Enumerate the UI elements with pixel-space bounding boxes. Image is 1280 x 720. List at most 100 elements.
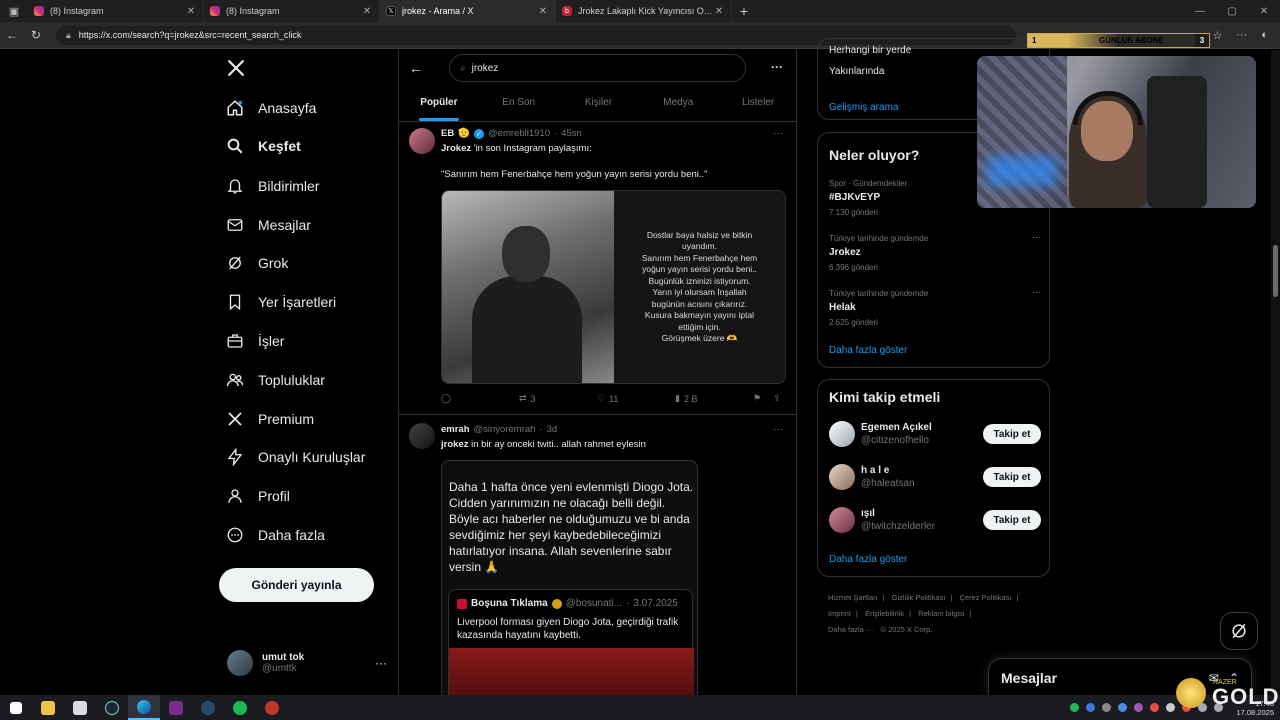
search-input[interactable]: ⌕ jrokez — [449, 54, 746, 82]
tray-icon[interactable] — [1166, 703, 1176, 712]
footer-link[interactable]: Gizlilik Politikası — [892, 593, 946, 602]
follow-button[interactable]: Takip et — [983, 510, 1041, 530]
avatar[interactable] — [409, 128, 435, 154]
retweet-button[interactable]: ⇄ 3 — [519, 393, 597, 404]
sidebar-item-more[interactable]: Daha fazla — [226, 520, 325, 550]
file-explorer-icon[interactable] — [32, 695, 64, 720]
trend-item[interactable]: Türkiye tarihinde gündemde Helak 2.625 g… — [829, 287, 1041, 327]
browser-tab[interactable]: (8) Instagram ✕ — [28, 0, 204, 22]
filter-nearby[interactable]: Yakınlarında — [829, 66, 884, 77]
more-icon[interactable]: ··· — [1032, 232, 1041, 242]
tab-people[interactable]: Kişiler — [559, 90, 639, 121]
share-button[interactable]: ⇪ — [773, 393, 781, 404]
follow-suggestion[interactable]: h a l e @haleatsan Takip et — [829, 462, 1041, 492]
tab-actions-icon[interactable]: ▣ — [0, 0, 28, 22]
tray-icon[interactable] — [1118, 703, 1128, 712]
follow-button[interactable]: Takip et — [983, 467, 1041, 487]
page-scrollbar[interactable] — [1271, 50, 1280, 695]
scrollbar-thumb[interactable] — [1273, 245, 1278, 297]
tweet-handle[interactable]: @emrebll1910 — [488, 128, 550, 139]
footer-link[interactable]: Hizmet Şartları — [828, 593, 878, 602]
tray-icon[interactable] — [1150, 703, 1160, 712]
spotify-tray-icon[interactable] — [1070, 703, 1080, 712]
sidebar-item-bookmarks[interactable]: Yer İşaretleri — [226, 287, 336, 317]
tab-latest[interactable]: En Son — [479, 90, 559, 121]
more-icon[interactable]: ··· — [773, 128, 783, 139]
close-icon[interactable]: ✕ — [713, 6, 725, 17]
footer-link[interactable]: Erişilebilirlik — [865, 609, 904, 618]
sidebar-item-messages[interactable]: Mesajlar — [226, 210, 311, 240]
store-icon[interactable] — [64, 695, 96, 720]
tray-icon[interactable] — [1134, 703, 1144, 712]
steam-icon[interactable] — [96, 695, 128, 720]
more-icon[interactable]: ··· — [375, 656, 387, 670]
steam-alt-icon[interactable] — [192, 695, 224, 720]
obs-icon[interactable] — [160, 695, 192, 720]
sidebar-item-premium[interactable]: Premium — [226, 404, 314, 434]
sidebar-item-grok[interactable]: Grok — [226, 248, 288, 278]
windows-start-icon[interactable] — [0, 695, 32, 720]
post-button[interactable]: Gönderi yayınla — [219, 568, 374, 602]
copilot-icon[interactable]: ◐ — [1261, 29, 1268, 41]
browser-tab-active[interactable]: 𝕏 jrokez - Arama / X ✕ — [380, 0, 556, 22]
close-icon[interactable]: ✕ — [361, 6, 373, 17]
more-icon[interactable]: ··· — [771, 60, 783, 74]
sidebar-item-explore[interactable]: Keşfet — [226, 131, 301, 161]
menu-icon[interactable]: ··· — [1236, 29, 1247, 41]
more-icon[interactable]: ··· — [773, 424, 783, 435]
footer-link[interactable]: Çerez Politikası — [959, 593, 1011, 602]
new-tab-icon[interactable]: + — [732, 3, 756, 19]
footer-link[interactable]: Reklam bilgisi — [918, 609, 964, 618]
tab-popular[interactable]: Popüler — [399, 90, 479, 121]
account-switcher[interactable]: umut tok @umttk ··· — [227, 648, 387, 678]
filter-anywhere[interactable]: Herhangi bir yerde — [829, 45, 911, 56]
bookmark-button[interactable]: ⚑ — [753, 393, 773, 404]
close-window-icon[interactable]: ✕ — [1248, 6, 1280, 17]
show-more-follow-link[interactable]: Daha fazla göster — [829, 554, 907, 565]
advanced-search-link[interactable]: Gelişmiş arama — [829, 102, 898, 113]
bluetooth-icon[interactable] — [1086, 703, 1096, 712]
footer-link[interactable]: Imprint — [828, 609, 851, 618]
back-icon[interactable]: ← — [0, 28, 24, 42]
sidebar-item-jobs[interactable]: İşler — [226, 326, 284, 356]
tweet-media[interactable]: Dostlar baya halsiz ve bitkin uyandım. S… — [441, 190, 786, 384]
embedded-tweet-screenshot[interactable]: Daha 1 hafta önce yeni evlenmişti Diogo … — [441, 460, 698, 695]
back-arrow-icon[interactable]: ← — [409, 60, 423, 76]
sidebar-item-verified-orgs[interactable]: Onaylı Kuruluşlar — [226, 442, 365, 472]
tab-lists[interactable]: Listeler — [718, 90, 796, 121]
edge-icon[interactable] — [128, 695, 160, 720]
tweet-time[interactable]: 3d — [547, 424, 558, 435]
sidebar-item-notifications[interactable]: Bildirimler — [226, 171, 319, 201]
minimize-icon[interactable]: — — [1184, 6, 1216, 17]
maximize-icon[interactable]: ▢ — [1216, 6, 1248, 17]
sidebar-item-home[interactable]: Anasayfa — [226, 93, 316, 123]
close-icon[interactable]: ✕ — [537, 6, 549, 17]
views-button[interactable]: ▮ 2 B — [675, 393, 753, 404]
app-icon[interactable] — [256, 695, 288, 720]
spotify-icon[interactable] — [224, 695, 256, 720]
x-logo-icon[interactable] — [226, 58, 246, 78]
tab-media[interactable]: Medya — [638, 90, 718, 121]
tweet-author-name[interactable]: EB — [441, 128, 454, 139]
favorite-icon[interactable]: ☆ — [1212, 29, 1222, 42]
quoted-tweet[interactable]: Boşuna Tıklama @bosunati... · 3.07.2025 … — [448, 589, 694, 695]
tweet-handle[interactable]: @sinyoremrah — [474, 424, 536, 435]
more-icon[interactable]: ··· — [1032, 287, 1041, 297]
tweet-mention[interactable]: Jrokez — [441, 143, 471, 154]
browser-tab[interactable]: (8) Instagram ✕ — [204, 0, 380, 22]
reload-icon[interactable]: ↻ — [24, 28, 48, 42]
avatar[interactable] — [409, 423, 435, 449]
tweet-time[interactable]: 45sn — [561, 128, 582, 139]
grok-floating-button[interactable] — [1220, 612, 1258, 650]
tweet-mention[interactable]: jrokez — [441, 439, 468, 450]
follow-button[interactable]: Takip et — [983, 424, 1041, 444]
follow-suggestion[interactable]: ışıl @twitchzelderler Takip et — [829, 505, 1041, 535]
show-more-trends-link[interactable]: Daha fazla göster — [829, 345, 907, 356]
follow-suggestion[interactable]: Egemen Açıkel @citizenofhello Takip et — [829, 419, 1041, 449]
footer-more-link[interactable]: Daha fazla ··· — [828, 625, 873, 634]
sidebar-item-communities[interactable]: Topluluklar — [226, 365, 325, 395]
trend-item[interactable]: Türkiye tarihinde gündemde Jrokez 6.396 … — [829, 232, 1041, 272]
sidebar-item-profile[interactable]: Profil — [226, 481, 290, 511]
tray-icon[interactable] — [1102, 703, 1112, 712]
reply-button[interactable]: ◯ — [441, 393, 519, 404]
